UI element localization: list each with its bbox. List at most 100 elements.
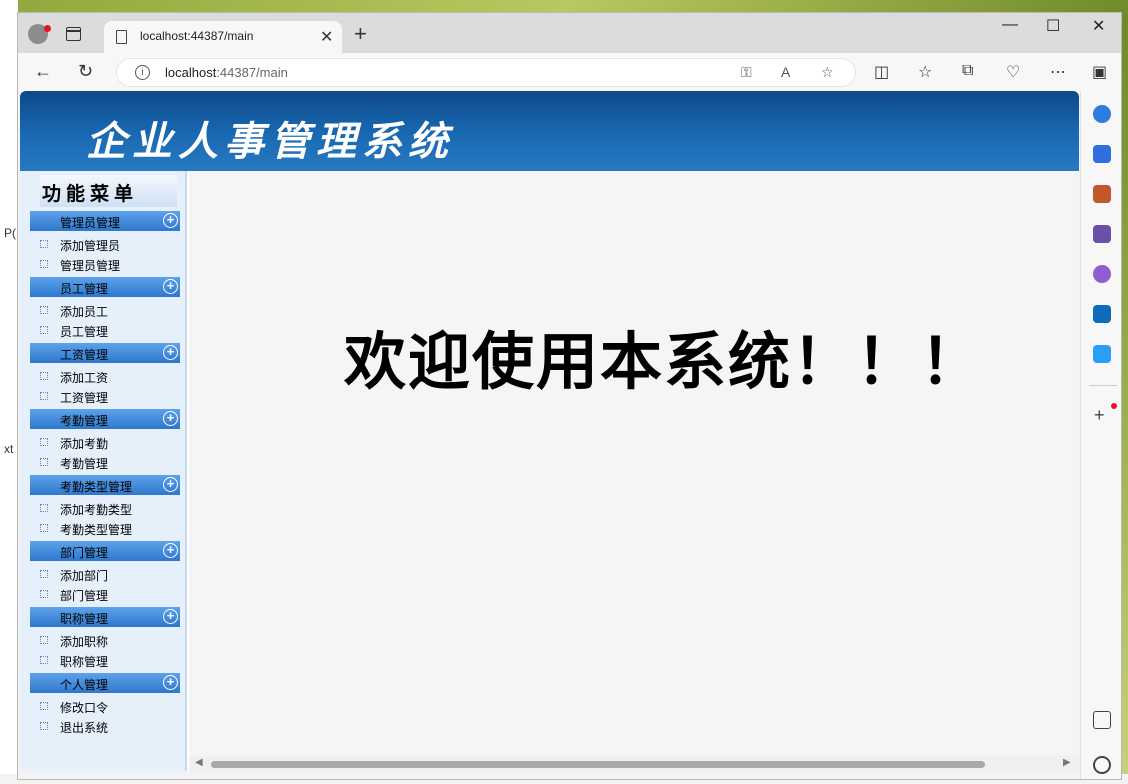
tab-actions-icon[interactable] [66,27,81,41]
sidebar-toggle-icon[interactable]: ▣ [1092,62,1107,82]
bullet-icon [40,458,48,466]
bullet-icon [40,392,48,400]
group-label: 职称管理 [60,612,109,626]
menu-item-label: 修改口令 [60,701,109,715]
group-label: 管理员管理 [60,216,121,230]
desktop-strip: P( xt [0,0,18,784]
close-tab-icon[interactable]: ✕ [320,27,333,47]
group-label: 部门管理 [60,546,109,560]
search-icon[interactable] [1093,105,1111,123]
url-text: localhost:44387/main [165,65,288,80]
bullet-icon [40,524,48,532]
scroll-left-icon[interactable]: ◀ [195,757,203,768]
main-content: 欢迎使用本系统！！！ ◀ ▶ [189,171,1079,771]
expand-plus-icon[interactable]: + [163,543,178,558]
send-icon[interactable] [1093,345,1111,363]
page-viewport: 企业人事管理系统 功能菜单 管理员管理 + 添加管理员 管理员管理 员工管理 +… [20,91,1079,771]
shopping-tag-icon[interactable] [1093,145,1111,163]
close-window-button[interactable]: ✕ [1092,16,1105,36]
add-icon[interactable]: + [1094,405,1105,426]
menu-item-label: 退出系统 [60,721,109,735]
notification-dot [1111,403,1117,409]
sidebar-divider [1089,385,1117,386]
menu-item-label: 部门管理 [60,589,109,603]
refresh-icon[interactable]: ↻ [78,61,93,82]
scroll-thumb[interactable] [211,761,985,768]
menu-item-label: 添加管理员 [60,239,121,253]
bullet-icon [40,702,48,710]
group-attendance-type[interactable]: 考勤类型管理 + [30,475,180,495]
games-icon[interactable] [1093,225,1111,243]
read-aloud-icon[interactable]: A [781,64,790,80]
outlook-icon[interactable] [1093,305,1111,323]
expand-plus-icon[interactable]: + [163,411,178,426]
bullet-icon [40,306,48,314]
site-info-icon[interactable]: i [135,65,150,80]
bullet-icon [40,570,48,578]
key-icon[interactable]: ⚿ [741,64,752,81]
bullet-icon [40,590,48,598]
expand-plus-icon[interactable]: + [163,609,178,624]
toolbox-icon[interactable] [1093,185,1111,203]
minimize-button[interactable]: — [1002,16,1018,34]
maximize-button[interactable]: ☐ [1046,16,1060,36]
group-label: 考勤类型管理 [60,480,133,494]
group-personal[interactable]: 个人管理 + [30,673,180,693]
bullet-icon [40,636,48,644]
collections-icon[interactable]: ⧉ [962,62,973,80]
url-input[interactable]: i localhost:44387/main ⚿ A ☆ [116,58,856,87]
bullet-icon [40,438,48,446]
group-attendance[interactable]: 考勤管理 + [30,409,180,429]
bullet-icon [40,260,48,268]
bullet-icon [40,240,48,248]
expand-plus-icon[interactable]: + [163,213,178,228]
favorite-star-icon[interactable]: ☆ [821,64,834,81]
group-label: 工资管理 [60,348,109,362]
menu-item-label: 添加考勤 [60,437,109,451]
welcome-heading: 欢迎使用本系统！！！ [344,325,985,398]
edge-sidebar: + [1080,91,1121,779]
group-department[interactable]: 部门管理 + [30,541,180,561]
menu-item-label: 考勤管理 [60,457,109,471]
tab-strip: localhost:44387/main ✕ + — ☐ ✕ [18,13,1121,53]
bullet-icon [40,504,48,512]
split-screen-icon[interactable]: ◫ [874,62,889,82]
desktop-text: xt [4,442,14,456]
bullet-icon [40,722,48,730]
favorites-icon[interactable]: ☆ [918,62,932,82]
group-label: 考勤管理 [60,414,109,428]
new-tab-icon[interactable]: + [354,21,367,47]
group-label: 个人管理 [60,678,109,692]
browser-essentials-icon[interactable]: ♡ [1006,62,1020,82]
tab-active[interactable]: localhost:44387/main ✕ [104,21,342,53]
horizontal-scrollbar[interactable]: ◀ ▶ [189,756,1079,771]
menu-item-label: 考勤类型管理 [60,523,133,537]
page-icon [116,30,127,44]
gear-icon[interactable] [1093,756,1111,774]
desktop-text: P( [4,226,16,240]
group-admin[interactable]: 管理员管理 + [30,211,180,231]
expand-plus-icon[interactable]: + [163,477,178,492]
url-host: localhost [165,65,217,80]
menu-item-label: 工资管理 [60,391,109,405]
url-path: :44387/main [216,65,288,80]
group-title[interactable]: 职称管理 + [30,607,180,627]
bullet-icon [40,656,48,664]
menu-item-label: 添加职称 [60,635,109,649]
group-salary[interactable]: 工资管理 + [30,343,180,363]
expand-plus-icon[interactable]: + [163,279,178,294]
bullet-icon [40,372,48,380]
scroll-right-icon[interactable]: ▶ [1063,757,1071,768]
microsoft365-icon[interactable] [1093,265,1111,283]
expand-plus-icon[interactable]: + [163,675,178,690]
notification-dot [44,25,51,32]
menu-item-label: 员工管理 [60,325,109,339]
back-icon[interactable]: ← [34,61,52,82]
group-employee[interactable]: 员工管理 + [30,277,180,297]
menu-item-label: 职称管理 [60,655,109,669]
expand-plus-icon[interactable]: + [163,345,178,360]
tab-title: localhost:44387/main [140,29,254,43]
more-menu-icon[interactable]: ⋯ [1050,62,1066,82]
bullet-icon [40,326,48,334]
screenshot-icon[interactable] [1093,711,1111,729]
